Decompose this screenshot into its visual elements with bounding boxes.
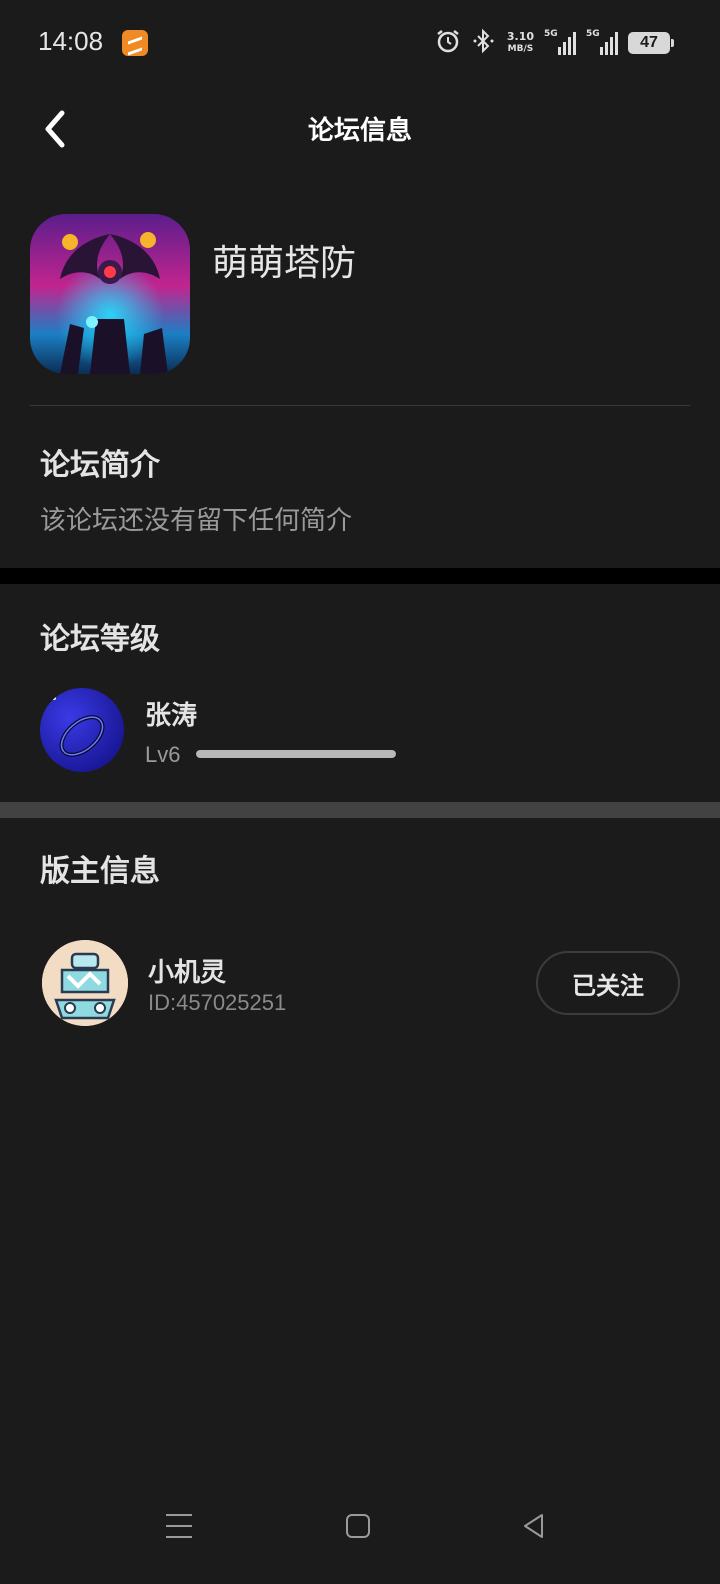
- page-title: 论坛信息: [307, 116, 412, 146]
- avatar[interactable]: [40, 688, 124, 772]
- forum-icon: [30, 214, 190, 374]
- follow-button[interactable]: 已关注: [536, 951, 680, 1015]
- sim2-label: 5G: [586, 29, 600, 39]
- intro-section-title: 论坛简介: [40, 448, 160, 483]
- net-speed: 3.10 MB/S: [507, 31, 534, 55]
- status-bar: 14:08 3.10 MB/S 5G 5G 47: [0, 0, 720, 86]
- level-progress-fill: [196, 750, 396, 758]
- status-time: 14:08: [38, 26, 104, 56]
- level-section-title: 论坛等级: [40, 622, 160, 657]
- level-user-name: 张涛: [145, 701, 198, 731]
- moderator-section-title: 版主信息: [40, 854, 160, 889]
- net-speed-value: 3.10: [506, 30, 534, 43]
- app-notification-icon: [122, 30, 148, 56]
- back-triangle-icon[interactable]: [520, 1512, 548, 1540]
- section-separator: [0, 802, 720, 818]
- header: 论坛信息: [0, 86, 720, 170]
- net-speed-unit: MB/S: [507, 44, 534, 54]
- level-progress-bar: [196, 750, 396, 758]
- sim1-label: 5G: [544, 29, 558, 39]
- status-icons: 3.10 MB/S 5G 5G 47: [435, 26, 674, 60]
- signal-icon: 5G: [586, 29, 618, 55]
- menu-icon[interactable]: [166, 1514, 192, 1538]
- intro-text: 该论坛还没有留下任何简介: [40, 506, 353, 536]
- moderator-avatar[interactable]: [42, 940, 128, 1026]
- section-separator: [0, 568, 720, 584]
- forum-header: 萌萌塔防: [30, 214, 690, 374]
- alarm-icon: [435, 28, 461, 59]
- battery-icon: 47: [628, 32, 674, 54]
- system-nav-bar: [0, 1500, 720, 1584]
- moderator-name: 小机灵: [148, 958, 227, 988]
- divider: [30, 405, 690, 406]
- bluetooth-icon: [471, 28, 497, 59]
- forum-name: 萌萌塔防: [212, 243, 357, 284]
- moderator-id: ID:457025251: [148, 990, 287, 1015]
- signal-icon: 5G: [544, 29, 576, 55]
- level-label: Lv6: [145, 742, 181, 767]
- home-icon[interactable]: [346, 1514, 370, 1538]
